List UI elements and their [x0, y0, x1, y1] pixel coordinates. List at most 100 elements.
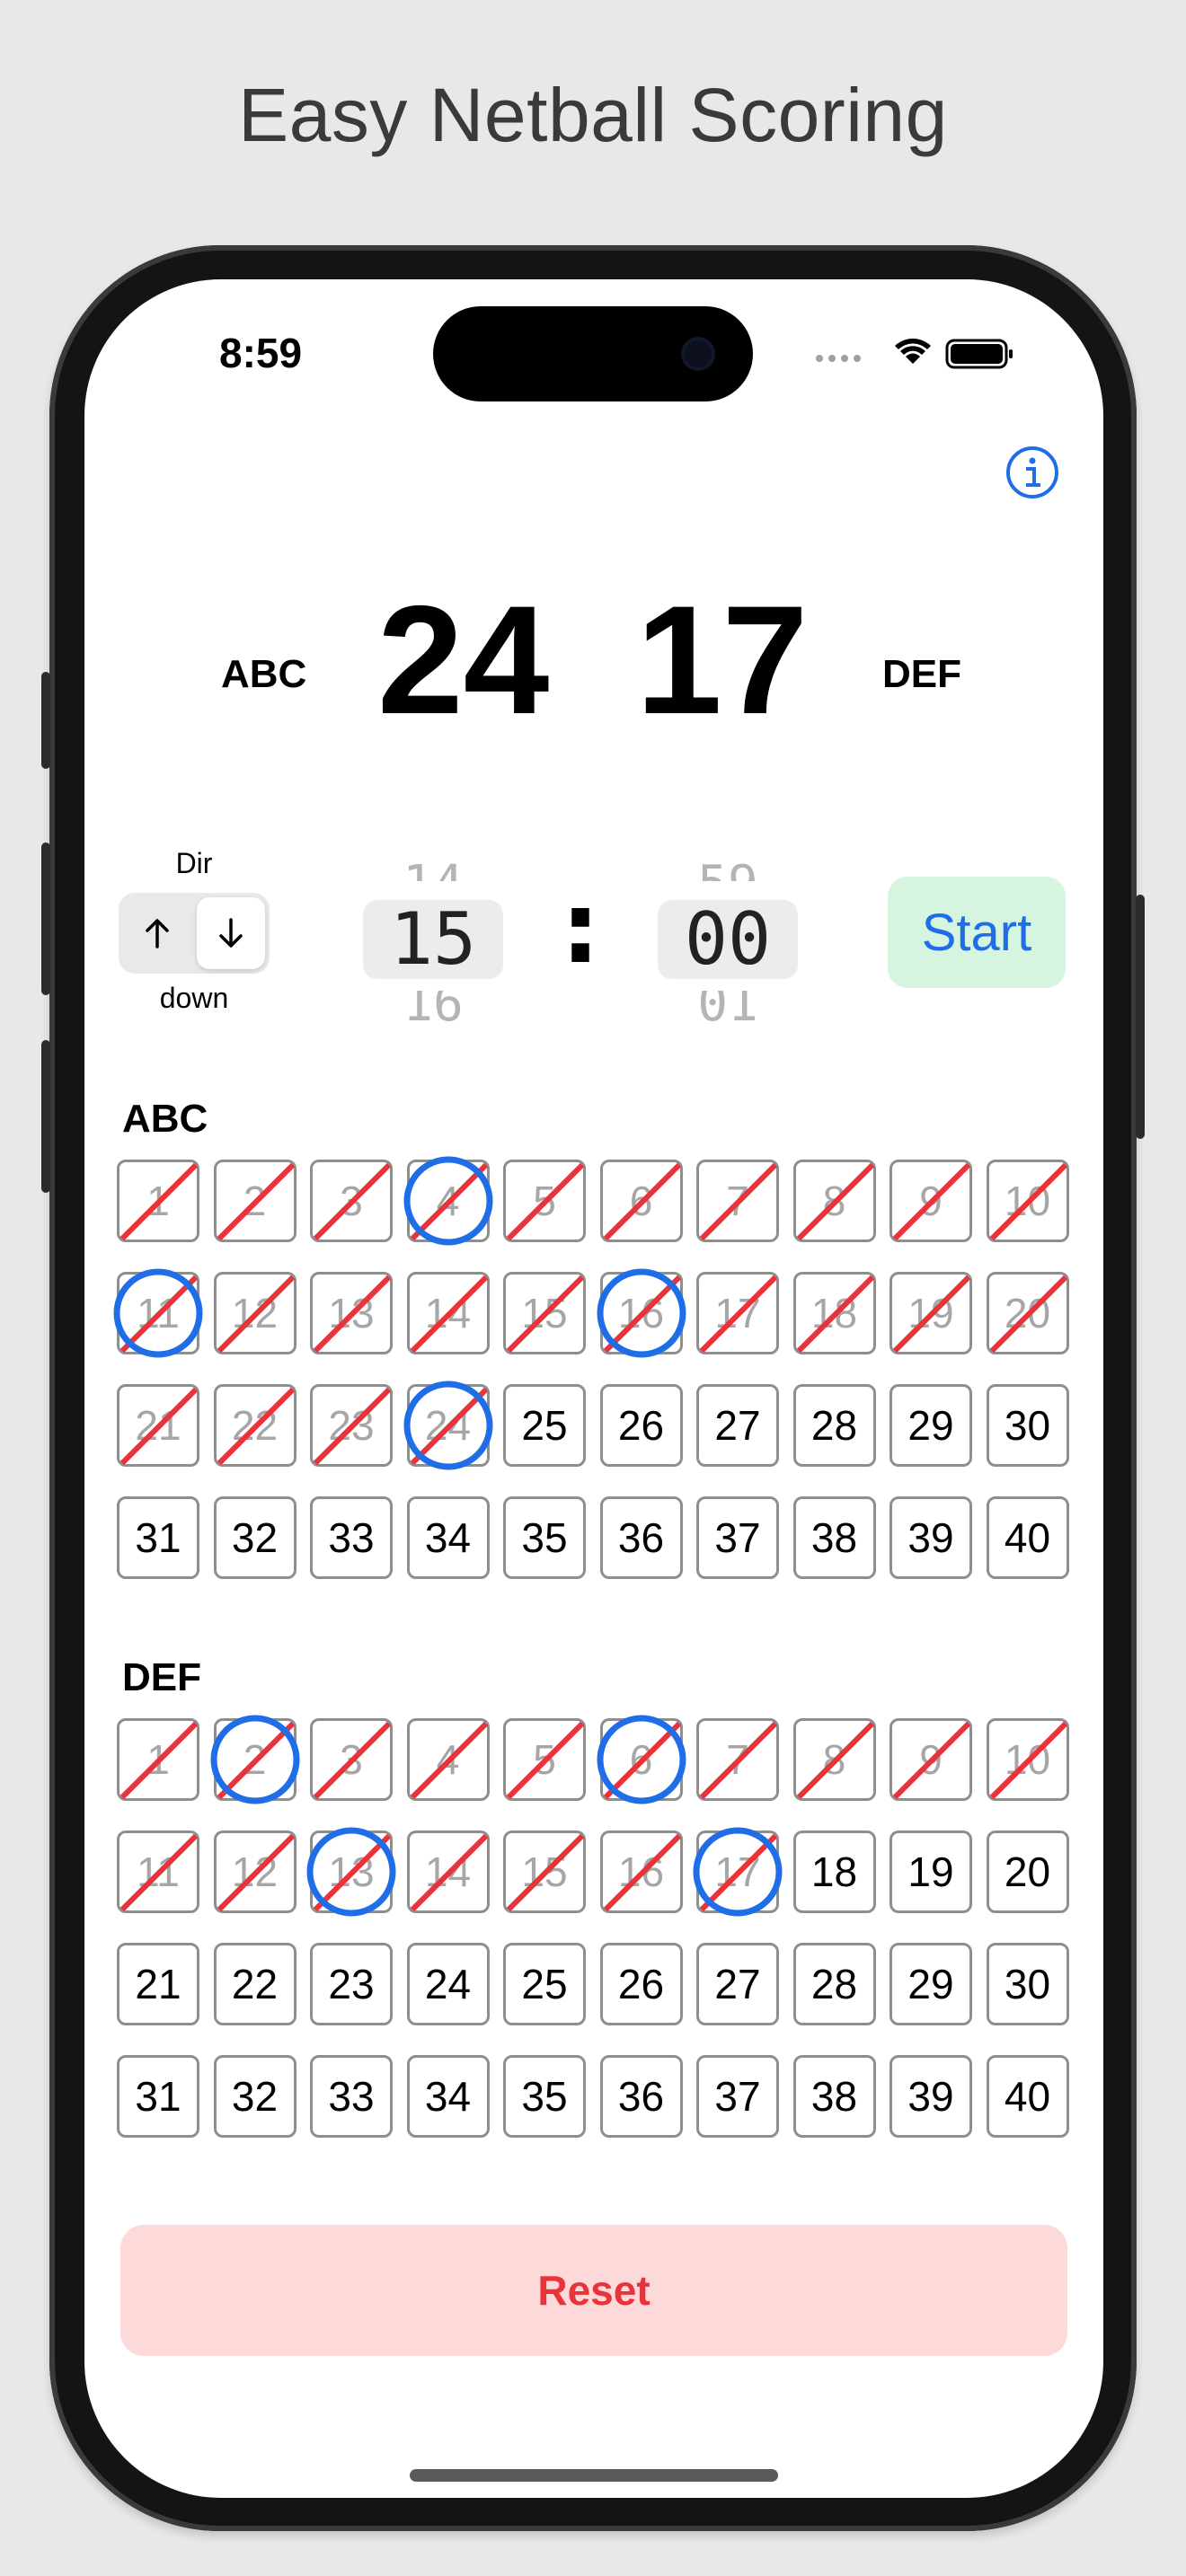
score-cell-abc-26[interactable]: 26	[599, 1384, 683, 1467]
score-cell-abc-35[interactable]: 35	[503, 1496, 586, 1579]
score-cell-def-30[interactable]: 30	[986, 1943, 1069, 2025]
score-cell-abc-27[interactable]: 27	[696, 1384, 779, 1467]
score-cell-abc-11[interactable]: 11	[113, 1268, 203, 1358]
minutes-picker[interactable]: 14 15 16	[363, 854, 503, 1025]
score-cell-def-16[interactable]: 16	[599, 1831, 683, 1913]
seconds-current: 00	[684, 897, 772, 981]
wifi-icon	[895, 339, 931, 364]
score-cell-number: 13	[328, 1848, 375, 1895]
score-cell-def-35[interactable]: 35	[503, 2055, 586, 2138]
score-cell-def-18[interactable]: 18	[792, 1831, 876, 1913]
score-cell-def-2[interactable]: 2	[210, 1715, 299, 1804]
score-cell-abc-34[interactable]: 34	[406, 1496, 490, 1579]
score-cell-abc-3[interactable]: 3	[310, 1160, 393, 1242]
score-cell-abc-25[interactable]: 25	[503, 1384, 586, 1467]
score-cell-def-38[interactable]: 38	[792, 2055, 876, 2138]
score-cell-abc-32[interactable]: 32	[213, 1496, 296, 1579]
score-cell-def-5[interactable]: 5	[503, 1718, 586, 1801]
score-cell-def-29[interactable]: 29	[890, 1943, 972, 2025]
score-cell-number: 24	[424, 1961, 472, 2007]
score-cell-abc-7[interactable]: 7	[696, 1160, 779, 1242]
score-cell-def-15[interactable]: 15	[503, 1831, 586, 1913]
reset-button[interactable]: Reset	[120, 2225, 1067, 2356]
score-cell-def-37[interactable]: 37	[696, 2055, 779, 2138]
score-cell-abc-9[interactable]: 9	[890, 1160, 972, 1242]
score-cell-def-14[interactable]: 14	[406, 1831, 490, 1913]
score-cell-abc-33[interactable]: 33	[310, 1496, 393, 1579]
score-cell-abc-8[interactable]: 8	[792, 1160, 876, 1242]
score-cell-def-1[interactable]: 1	[117, 1718, 199, 1801]
score-cell-abc-36[interactable]: 36	[599, 1496, 683, 1579]
score-cell-abc-14[interactable]: 14	[406, 1272, 490, 1354]
score-cell-def-33[interactable]: 33	[310, 2055, 393, 2138]
score-cell-number: 2	[243, 1178, 267, 1224]
score-cell-abc-17[interactable]: 17	[696, 1272, 779, 1354]
score-cell-abc-16[interactable]: 16	[597, 1268, 686, 1358]
score-cell-abc-37[interactable]: 37	[696, 1496, 779, 1579]
team-b-label: DEF	[882, 652, 961, 696]
score-cell-abc-30[interactable]: 30	[986, 1384, 1069, 1467]
score-cell-def-13[interactable]: 13	[306, 1827, 396, 1917]
score-cell-abc-21[interactable]: 21	[117, 1384, 199, 1467]
score-cell-def-31[interactable]: 31	[117, 2055, 199, 2138]
score-cell-def-27[interactable]: 27	[696, 1943, 779, 2025]
score-cell-def-28[interactable]: 28	[792, 1943, 876, 2025]
score-cell-number: 10	[1004, 1736, 1051, 1783]
score-cell-abc-2[interactable]: 2	[213, 1160, 296, 1242]
score-cell-abc-13[interactable]: 13	[310, 1272, 393, 1354]
score-cell-def-22[interactable]: 22	[213, 1943, 296, 2025]
score-cell-number: 28	[810, 1961, 858, 2007]
score-cell-def-8[interactable]: 8	[792, 1718, 876, 1801]
score-cell-abc-39[interactable]: 39	[890, 1496, 972, 1579]
score-cell-abc-19[interactable]: 19	[890, 1272, 972, 1354]
score-cell-abc-24[interactable]: 24	[403, 1381, 492, 1470]
score-cell-def-36[interactable]: 36	[599, 2055, 683, 2138]
score-cell-abc-6[interactable]: 6	[599, 1160, 683, 1242]
start-button[interactable]: Start	[888, 877, 1066, 988]
minutes-prev: 14	[363, 851, 503, 881]
score-cell-def-25[interactable]: 25	[503, 1943, 586, 2025]
score-cell-abc-40[interactable]: 40	[986, 1496, 1069, 1579]
score-cell-abc-18[interactable]: 18	[792, 1272, 876, 1354]
score-cell-abc-23[interactable]: 23	[310, 1384, 393, 1467]
score-cell-def-7[interactable]: 7	[696, 1718, 779, 1801]
score-cell-abc-12[interactable]: 12	[213, 1272, 296, 1354]
score-cell-abc-1[interactable]: 1	[117, 1160, 199, 1242]
score-cell-def-34[interactable]: 34	[406, 2055, 490, 2138]
score-cell-abc-31[interactable]: 31	[117, 1496, 199, 1579]
score-cell-abc-28[interactable]: 28	[792, 1384, 876, 1467]
score-cell-number: 25	[521, 1402, 568, 1449]
score-cell-abc-10[interactable]: 10	[986, 1160, 1069, 1242]
direction-up-button[interactable]	[123, 897, 191, 969]
score-cell-def-19[interactable]: 19	[890, 1831, 972, 1913]
score-cell-abc-20[interactable]: 20	[986, 1272, 1069, 1354]
score-cell-abc-4[interactable]: 4	[403, 1156, 492, 1246]
score-cell-abc-15[interactable]: 15	[503, 1272, 586, 1354]
score-cell-def-10[interactable]: 10	[986, 1718, 1069, 1801]
score-cell-def-40[interactable]: 40	[986, 2055, 1069, 2138]
score-cell-def-4[interactable]: 4	[406, 1718, 490, 1801]
score-cell-def-6[interactable]: 6	[597, 1715, 686, 1804]
score-cell-def-11[interactable]: 11	[117, 1831, 199, 1913]
score-cell-abc-29[interactable]: 29	[890, 1384, 972, 1467]
score-cell-def-20[interactable]: 20	[986, 1831, 1069, 1913]
score-cell-def-26[interactable]: 26	[599, 1943, 683, 2025]
score-cell-def-39[interactable]: 39	[890, 2055, 972, 2138]
score-cell-abc-5[interactable]: 5	[503, 1160, 586, 1242]
score-cell-def-24[interactable]: 24	[406, 1943, 490, 2025]
score-cell-def-23[interactable]: 23	[310, 1943, 393, 2025]
score-cell-abc-38[interactable]: 38	[792, 1496, 876, 1579]
info-icon[interactable]	[1005, 445, 1060, 500]
score-cell-def-3[interactable]: 3	[310, 1718, 393, 1801]
score-cell-def-17[interactable]: 17	[693, 1827, 783, 1917]
score-cell-number: 3	[340, 1178, 363, 1224]
direction-down-button[interactable]	[197, 897, 265, 969]
score-cell-def-9[interactable]: 9	[890, 1718, 972, 1801]
seconds-picker[interactable]: 59 00 01	[658, 854, 798, 1025]
score-cell-def-12[interactable]: 12	[213, 1831, 296, 1913]
score-cell-def-32[interactable]: 32	[213, 2055, 296, 2138]
score-cell-def-21[interactable]: 21	[117, 1943, 199, 2025]
score-cell-number: 17	[714, 1848, 761, 1895]
score-cell-abc-22[interactable]: 22	[213, 1384, 296, 1467]
direction-toggle[interactable]	[119, 893, 270, 974]
